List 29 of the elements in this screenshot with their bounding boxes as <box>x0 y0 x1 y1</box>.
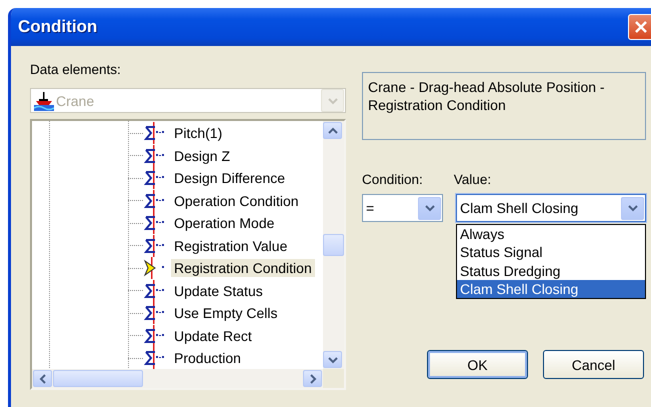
tree-item[interactable]: Update Rect <box>171 326 255 345</box>
tree-item[interactable]: Use Empty Cells <box>171 304 280 322</box>
ship-icon <box>34 90 54 110</box>
window-title: Condition <box>18 17 98 37</box>
tree-item[interactable]: Design Z <box>171 146 234 165</box>
scrollbar-corner <box>323 369 344 388</box>
condition-label: Condition: <box>362 172 423 188</box>
condition-dropdown[interactable]: = <box>362 194 443 222</box>
tree-item[interactable]: Operation Condition <box>171 192 302 210</box>
tree-item[interactable]: Registration Value <box>171 236 290 255</box>
description-text: Crane - Drag-head Absolute Position - Registration Condition <box>362 72 646 140</box>
close-button[interactable] <box>628 14 651 40</box>
tree-item[interactable]: Operation Mode <box>171 214 278 232</box>
value-dropdown[interactable]: Clam Shell Closing <box>456 194 646 222</box>
dropdown-option[interactable]: Clam Shell Closing <box>457 280 645 298</box>
vertical-scrollbar[interactable] <box>323 121 344 369</box>
value-label: Value: <box>454 172 492 188</box>
horizontal-scrollbar[interactable] <box>32 369 323 388</box>
tree-item[interactable]: Production <box>171 349 244 368</box>
tree-item[interactable]: Registration Condition <box>171 259 315 278</box>
tree-item[interactable]: Design Difference <box>171 169 288 188</box>
dialog-button[interactable]: Cancel <box>543 350 644 379</box>
scrollbar-thumb[interactable] <box>53 370 143 387</box>
scrollbar-thumb[interactable] <box>323 234 344 256</box>
tree-item[interactable]: Update Status <box>171 282 266 300</box>
tree-item[interactable]: Pitch(1) <box>171 124 226 142</box>
dialog-button[interactable]: OK <box>427 350 528 379</box>
data-elements-label: Data elements: <box>30 62 122 78</box>
close-icon <box>633 19 649 35</box>
